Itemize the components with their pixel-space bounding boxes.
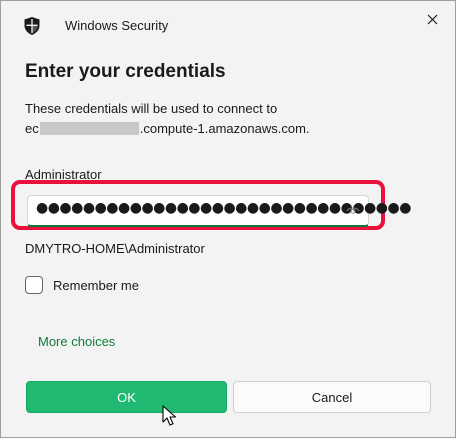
credentials-dialog: Windows Security Enter your credentials … bbox=[0, 0, 456, 438]
host-prefix: ec bbox=[25, 121, 39, 136]
window-title: Windows Security bbox=[65, 18, 169, 33]
title-bar: Windows Security bbox=[1, 1, 455, 49]
remember-me-label[interactable]: Remember me bbox=[53, 278, 139, 293]
close-icon bbox=[427, 14, 437, 24]
password-field[interactable]: ●●●●●●●●●●●●●●●●●●●●●●●●●●●●●●●● bbox=[27, 195, 411, 227]
remember-me-checkbox[interactable] bbox=[25, 276, 43, 294]
close-button[interactable] bbox=[417, 5, 447, 33]
host-line: ec .compute-1.amazonaws.com. bbox=[25, 119, 435, 139]
domain-user-label: DMYTRO-HOME\Administrator bbox=[25, 241, 205, 256]
eye-icon[interactable] bbox=[346, 205, 360, 215]
connection-description: These credentials will be used to connec… bbox=[25, 99, 435, 139]
shield-icon bbox=[24, 17, 40, 35]
mouse-cursor-icon bbox=[162, 405, 177, 426]
more-choices-link[interactable]: More choices bbox=[38, 334, 115, 349]
ok-button[interactable]: OK bbox=[26, 381, 227, 413]
cancel-button[interactable]: Cancel bbox=[233, 381, 431, 413]
dialog-heading: Enter your credentials bbox=[25, 61, 226, 82]
host-suffix: .compute-1.amazonaws.com. bbox=[139, 121, 310, 136]
redacted-host-segment bbox=[39, 122, 139, 135]
remember-me-option[interactable]: Remember me bbox=[25, 276, 139, 294]
description-text: These credentials will be used to connec… bbox=[25, 101, 278, 116]
dialog-footer: OK Cancel bbox=[1, 371, 455, 437]
